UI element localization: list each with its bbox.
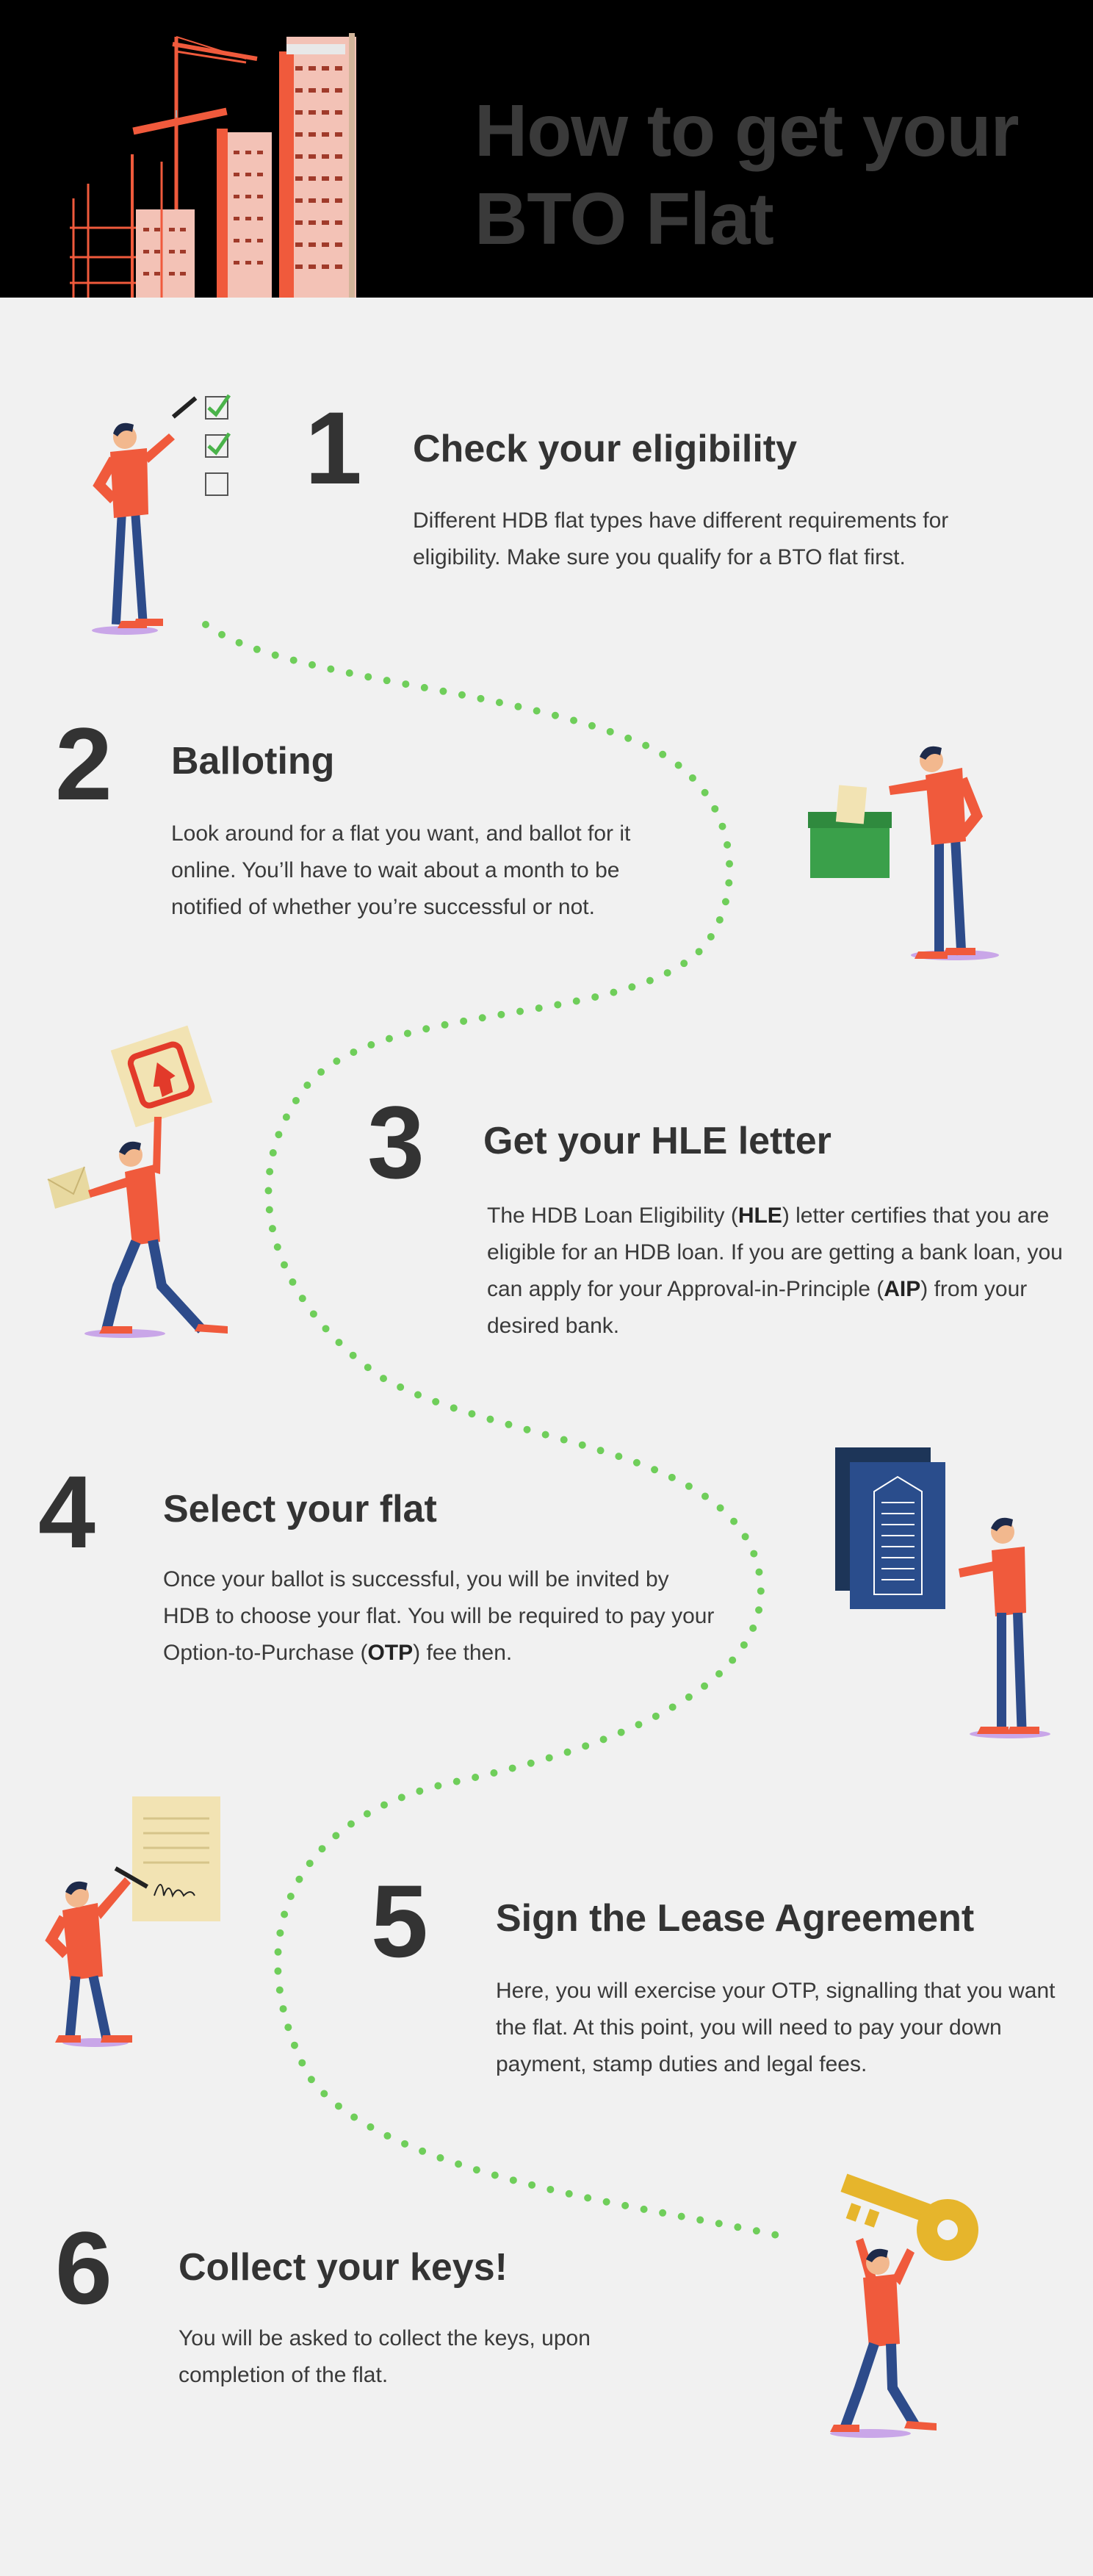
step-3-desc-part1: The HDB Loan Eligibility ( bbox=[487, 1204, 738, 1228]
step-3-description: The HDB Loan Eligibility (HLE) letter ce… bbox=[487, 1198, 1082, 1345]
ballot-box-icon bbox=[808, 785, 892, 878]
step-4-title: Select your flat bbox=[163, 1488, 437, 1530]
header-banner: How to get your BTO Flat bbox=[0, 0, 1093, 298]
person-checklist-illustration bbox=[92, 394, 231, 635]
person-ballot-illustration bbox=[808, 746, 999, 960]
step-2-description: Look around for a flat you want, and bal… bbox=[171, 821, 631, 919]
step-1-description: Different HDB flat types have different … bbox=[413, 508, 949, 569]
step-2-title: Balloting bbox=[171, 740, 335, 782]
checkbox-checked-icon bbox=[205, 394, 231, 420]
step-6-description: You will be asked to collect the keys, u… bbox=[178, 2326, 591, 2387]
checkbox-empty-icon bbox=[205, 472, 228, 496]
step-3-desc-aip: AIP bbox=[884, 1277, 921, 1301]
step-6-number: 6 bbox=[55, 2210, 112, 2325]
step-4-number: 4 bbox=[38, 1454, 95, 1569]
construction-crane-icon bbox=[70, 33, 356, 298]
person-letter-illustration bbox=[47, 1025, 228, 1338]
page-title-line2: BTO Flat bbox=[475, 178, 774, 260]
step-5-number: 5 bbox=[371, 1863, 428, 1979]
step-4-desc-otp: OTP bbox=[367, 1641, 414, 1665]
steps-content: 1 Check your eligibility Different HDB f… bbox=[0, 298, 1093, 2576]
step-3-number: 3 bbox=[367, 1084, 425, 1200]
step-3-desc-hle: HLE bbox=[737, 1204, 782, 1228]
contract-document-icon bbox=[132, 1796, 220, 1921]
page-title: How to get your BTO Flat bbox=[475, 87, 1062, 263]
step-1-title: Check your eligibility bbox=[413, 428, 798, 470]
letter-icon bbox=[47, 1166, 92, 1209]
checkbox-checked-icon bbox=[205, 432, 231, 458]
step-5-description: Here, you will exercise your OTP, signal… bbox=[496, 1979, 1056, 2076]
pen-icon bbox=[171, 396, 198, 419]
step-5-title: Sign the Lease Agreement bbox=[496, 1897, 975, 1940]
step-3-title: Get your HLE letter bbox=[483, 1120, 832, 1162]
step-6-title: Collect your keys! bbox=[178, 2246, 508, 2289]
step-4-description: Once your ballot is successful, you will… bbox=[163, 1561, 721, 1672]
page-title-line1: How to get your bbox=[475, 90, 1020, 172]
person-signing-illustration bbox=[45, 1796, 220, 2047]
person-building-plan-illustration bbox=[835, 1447, 1050, 1738]
house-sign-icon bbox=[110, 1025, 213, 1128]
step-1-number: 1 bbox=[305, 390, 362, 506]
step-2-number: 2 bbox=[55, 706, 112, 821]
building-blueprint-icon bbox=[835, 1447, 945, 1609]
person-key-illustration bbox=[830, 2173, 978, 2438]
step-4-desc-part2: ) fee then. bbox=[413, 1641, 513, 1665]
